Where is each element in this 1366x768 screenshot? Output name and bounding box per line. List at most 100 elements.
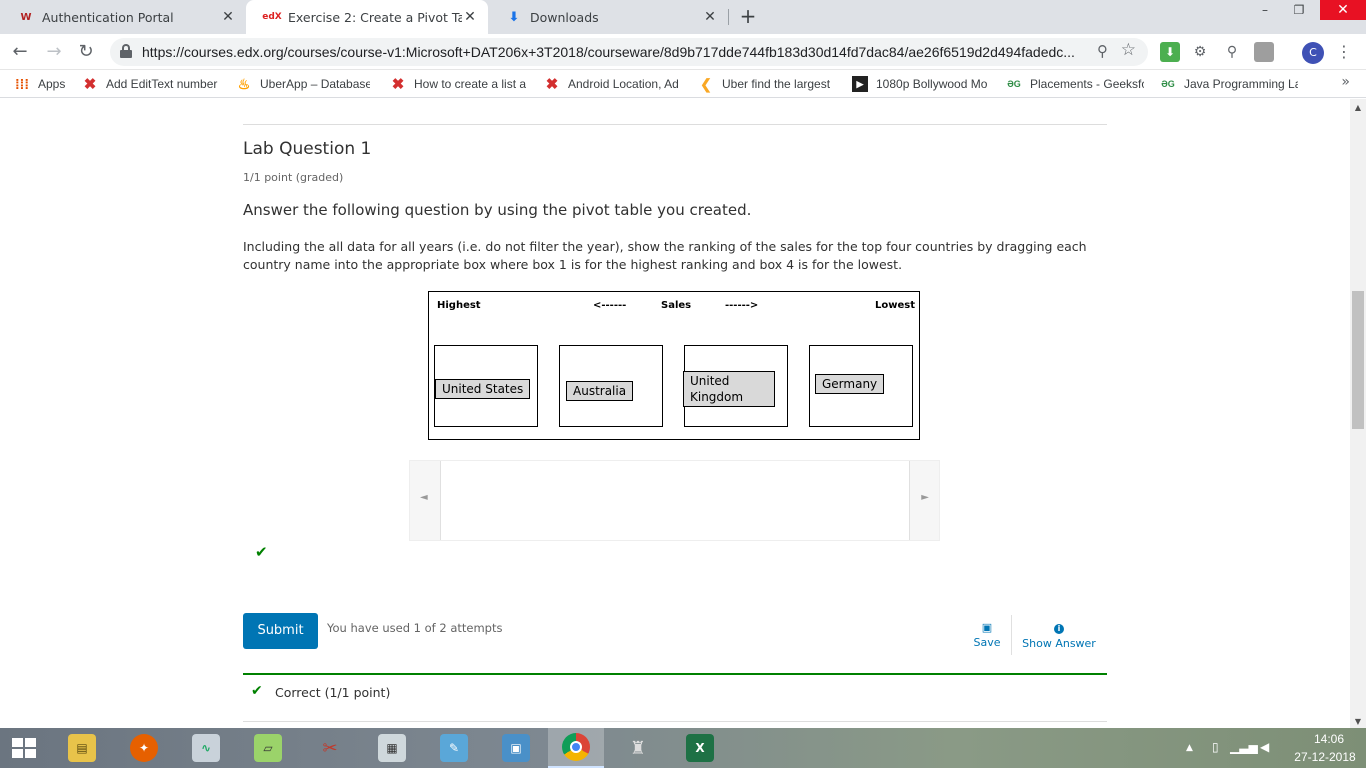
divider: [243, 124, 1107, 125]
bookmark-label: Uber find the largest: [722, 77, 831, 91]
divider: [243, 721, 1107, 722]
drop-target-box-1[interactable]: United States: [434, 345, 538, 427]
drop-target-box-4[interactable]: Germany: [809, 345, 913, 427]
items-pool-area[interactable]: [440, 461, 910, 540]
lock-icon[interactable]: [120, 44, 132, 58]
window-close-button[interactable]: ✕: [1320, 0, 1366, 20]
scrollbar-thumb[interactable]: [1352, 291, 1364, 429]
scroll-right-arrow-icon[interactable]: ►: [921, 492, 929, 503]
windows-taskbar: ▤ ✦ ∿ ▱ ✂ ▦ ✎ ▣ ♜ X ▲ ▯ ▁▃▅ ◀ 14:06 27-1…: [0, 728, 1366, 768]
bookmark-bollywood[interactable]: ▶ 1080p Bollywood Mo: [852, 74, 988, 94]
bookmark-star-icon[interactable]: ☆: [1121, 40, 1136, 60]
drop-target-box-3[interactable]: United Kingdom: [683, 345, 788, 427]
tab-close-icon[interactable]: ✕: [702, 9, 718, 25]
minimize-button[interactable]: –: [1252, 0, 1278, 20]
tab-close-icon[interactable]: ✕: [462, 9, 478, 25]
submit-button[interactable]: Submit: [243, 613, 318, 649]
clock-date[interactable]: 27-12-2018: [1290, 750, 1360, 764]
draggable-item-united-states[interactable]: United States: [435, 379, 531, 399]
show-answer-button[interactable]: i Show Answer: [1014, 621, 1104, 650]
save-label: Save: [973, 636, 1001, 649]
firefox-icon[interactable]: ✦: [116, 728, 172, 768]
notification-text: Correct (1/1 point): [275, 685, 391, 700]
label-lowest: Lowest: [875, 300, 915, 311]
draggable-item-australia[interactable]: Australia: [566, 381, 634, 401]
drag-and-drop-target-area: Highest <------ Sales ------> Lowest Uni…: [428, 291, 920, 440]
arrow-right-label: ------>: [725, 300, 759, 311]
address-bar[interactable]: https://courses.edx.org/courses/course-v…: [110, 38, 1148, 66]
bookmark-create-list[interactable]: ✖ How to create a list a: [390, 74, 526, 94]
bookmark-placements-geeksforgeeks[interactable]: ƏG Placements - Geeksfo: [1006, 74, 1144, 94]
browser-toolbar: ← → ↻ https://courses.edx.org/courses/co…: [0, 34, 1366, 70]
draggable-item-united-kingdom[interactable]: United Kingdom: [683, 371, 775, 407]
url-text[interactable]: https://courses.edx.org/courses/course-v…: [142, 38, 1082, 66]
page-scrollbar[interactable]: ▲ ▼: [1350, 99, 1366, 728]
bookmark-label: Placements - Geeksfo: [1030, 77, 1144, 91]
extension-search-icon[interactable]: ⚲: [1222, 42, 1242, 62]
scroll-up-arrow-icon[interactable]: ▲: [1350, 103, 1366, 112]
bookmark-add-edittext[interactable]: ✖ Add EditText number: [82, 74, 218, 94]
file-explorer-icon[interactable]: ▤: [54, 728, 110, 768]
correct-notification: ✔ Correct (1/1 point): [243, 673, 1107, 721]
reload-icon[interactable]: ↻: [74, 40, 98, 64]
extension-bike-icon[interactable]: ⚙: [1190, 42, 1210, 62]
gfg-logo-icon: ƏG: [1161, 79, 1175, 89]
tab-exercise-pivot-table[interactable]: edX Exercise 2: Create a Pivot Table | E…: [246, 0, 488, 34]
bookmark-label: 1080p Bollywood Mo: [876, 77, 988, 91]
tray-chevron-icon[interactable]: ▲: [1186, 743, 1193, 753]
network-signal-icon[interactable]: ▁▃▅: [1230, 740, 1258, 754]
tab-title: Exercise 2: Create a Pivot Table | E: [288, 9, 462, 25]
menu-dots-icon[interactable]: ⋮: [1336, 42, 1352, 62]
scroll-left-arrow-icon[interactable]: ◄: [420, 492, 428, 503]
bookmark-uber-largest[interactable]: ❮ Uber find the largest: [698, 74, 834, 94]
chrome-icon[interactable]: [548, 728, 604, 768]
tab-authentication-portal[interactable]: W Authentication Portal ✕: [0, 0, 246, 34]
journal-icon[interactable]: ✎: [426, 728, 482, 768]
castle-app-icon[interactable]: ♜: [610, 728, 666, 768]
x-logo-icon: ✖: [83, 76, 97, 93]
scroll-down-arrow-icon[interactable]: ▼: [1350, 717, 1366, 726]
apps-grid-icon: ⁞⁞⁞: [15, 76, 29, 92]
tab-downloads[interactable]: ⬇ Downloads ✕: [488, 0, 728, 34]
bookmarks-more-chevron-icon[interactable]: »: [1341, 74, 1350, 90]
page-content: Lab Question 1 1/1 point (graded) Answer…: [0, 99, 1350, 728]
draggable-item-germany[interactable]: Germany: [815, 374, 885, 394]
battery-icon[interactable]: ▯: [1212, 740, 1219, 754]
bookmark-uberapp-database[interactable]: ♨ UberApp – Database: [236, 74, 370, 94]
gfg-logo-icon: ƏG: [1007, 79, 1021, 89]
tab-separator: [728, 9, 729, 25]
attempts-text: You have used 1 of 2 attempts: [327, 621, 503, 635]
edx-favicon-icon: edX: [262, 12, 282, 22]
x-logo-icon: ✖: [545, 76, 559, 93]
bookmark-java-programming[interactable]: ƏG Java Programming La: [1160, 74, 1298, 94]
volume-icon[interactable]: ◀: [1260, 740, 1269, 754]
save-button[interactable]: ▣ Save: [962, 621, 1012, 649]
bookmark-apps[interactable]: ⁞⁞⁞ Apps: [14, 74, 74, 94]
task-manager-icon[interactable]: ∿: [178, 728, 234, 768]
remote-desktop-icon[interactable]: ▣: [488, 728, 544, 768]
extension-inbox-icon[interactable]: ⬇: [1160, 42, 1180, 62]
clock-time[interactable]: 14:06: [1302, 732, 1356, 746]
back-arrow-icon[interactable]: ←: [8, 40, 32, 64]
tab-close-icon[interactable]: ✕: [220, 9, 236, 25]
excel-icon[interactable]: X: [672, 728, 728, 768]
search-icon[interactable]: ⚲: [1097, 42, 1108, 60]
profile-avatar[interactable]: C: [1302, 42, 1324, 64]
restore-button[interactable]: ❐: [1286, 0, 1312, 20]
label-sales: Sales: [661, 300, 692, 311]
firebase-flame-icon: ♨: [237, 75, 251, 92]
extension-gray-icon[interactable]: [1254, 42, 1274, 62]
floppy-save-icon: ▣: [981, 621, 993, 634]
windows-start-icon[interactable]: [12, 738, 36, 758]
sticky-notes-icon[interactable]: ▱: [240, 728, 296, 768]
new-tab-button[interactable]: +: [736, 5, 760, 29]
forward-arrow-icon[interactable]: →: [42, 40, 66, 64]
drop-target-box-2[interactable]: Australia: [559, 345, 663, 427]
bookmarks-bar: ⁞⁞⁞ Apps ✖ Add EditText number ♨ UberApp…: [0, 70, 1366, 98]
calculator-icon[interactable]: ▦: [364, 728, 420, 768]
bookmark-label: Java Programming La: [1184, 77, 1298, 91]
bookmark-android-location[interactable]: ✖ Android Location, Ad: [544, 74, 680, 94]
snipping-tool-icon[interactable]: ✂: [302, 728, 358, 768]
bookmark-label: How to create a list a: [414, 77, 526, 91]
wiley-favicon-icon: W: [20, 11, 32, 23]
